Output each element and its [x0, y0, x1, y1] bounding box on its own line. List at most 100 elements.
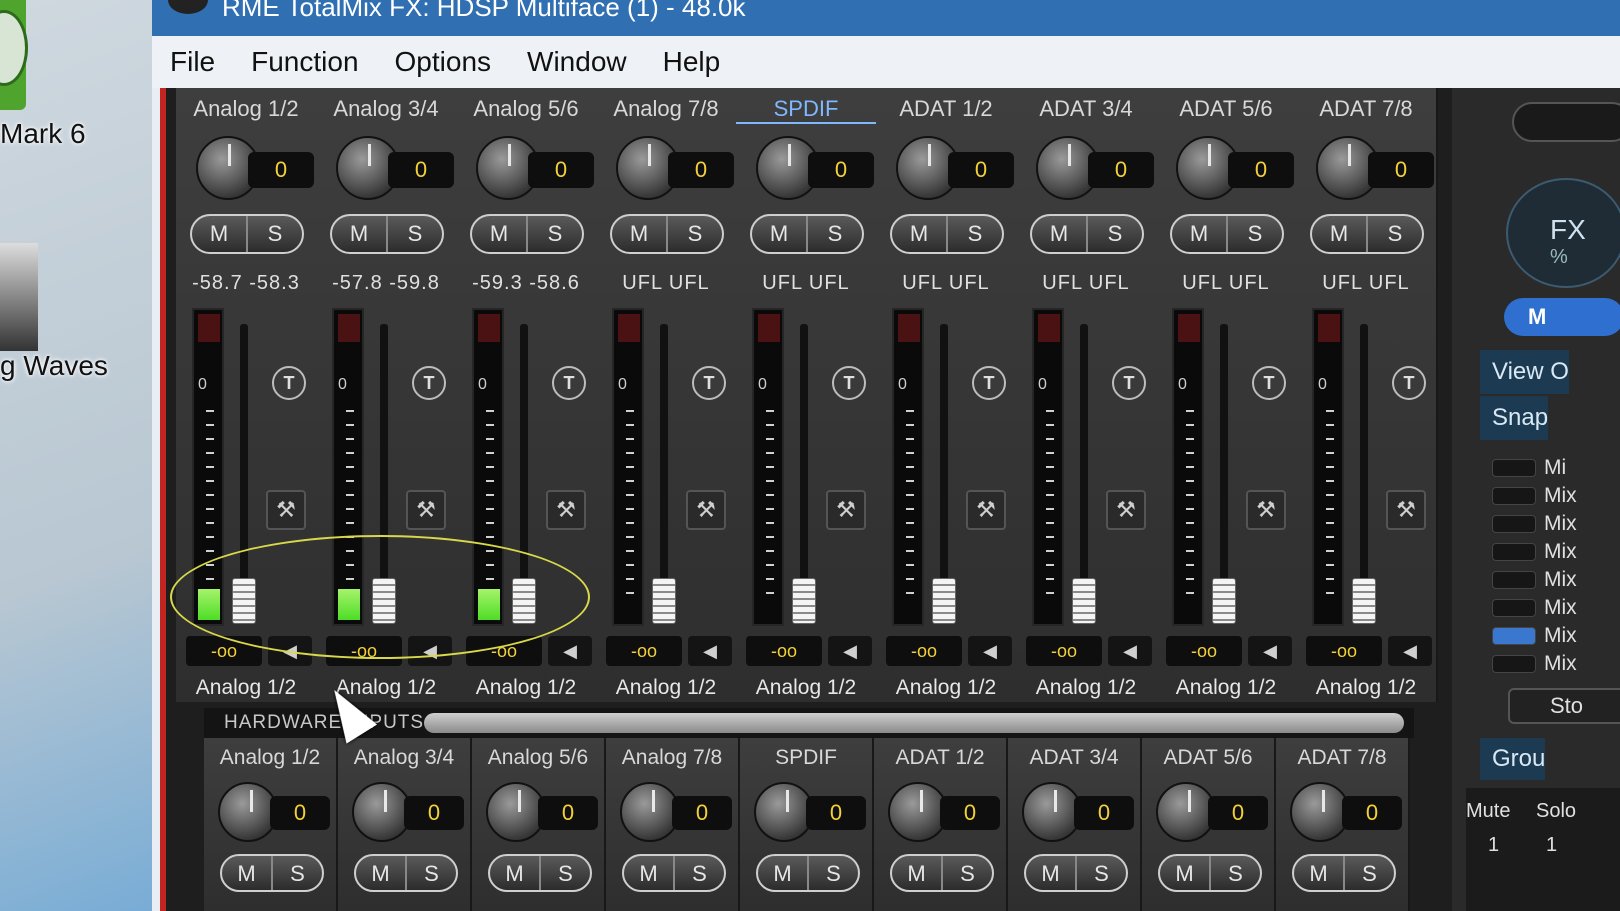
fader-track[interactable]	[1080, 324, 1088, 614]
snapshot-item[interactable]: Mix	[1492, 596, 1620, 618]
desktop-app-icon[interactable]	[0, 0, 28, 110]
fader-track[interactable]	[1220, 324, 1228, 614]
gain-value[interactable]: 0	[1088, 152, 1154, 188]
fader-track[interactable]	[1360, 324, 1368, 614]
groups-solo-1[interactable]: 1	[1546, 834, 1557, 857]
channel-name[interactable]: Analog 1/2	[176, 96, 316, 122]
channel-name[interactable]: ADAT 5/6	[1142, 746, 1274, 770]
gain-knob-icon[interactable]	[218, 782, 278, 842]
gain-knob-icon[interactable]	[620, 782, 680, 842]
fader-track[interactable]	[800, 324, 808, 614]
gain-value[interactable]: 0	[388, 152, 454, 188]
desktop-icon-label-2[interactable]: g Waves	[0, 350, 108, 382]
output-routing-label[interactable]: Analog 1/2	[1296, 676, 1436, 700]
snapshot-item[interactable]: Mi	[1492, 456, 1620, 478]
mute-button[interactable]: M	[624, 856, 673, 890]
routing-arrow-icon[interactable]: ◀	[548, 636, 592, 666]
fader-handle[interactable]	[1212, 578, 1236, 624]
gain-value[interactable]: 0	[528, 152, 594, 188]
output-routing-label[interactable]: Analog 1/2	[596, 676, 736, 700]
gain-knob-icon[interactable]	[352, 782, 412, 842]
trim-button[interactable]: T	[1112, 366, 1146, 400]
gain-value[interactable]: 0	[672, 796, 732, 830]
gain-value[interactable]: 0	[1074, 796, 1134, 830]
mute-button[interactable]: M	[758, 856, 807, 890]
desktop-icon-label-1[interactable]: Mark 6	[0, 118, 86, 150]
wrench-settings-icon[interactable]: ⚒	[966, 490, 1006, 530]
gain-value[interactable]: 0	[248, 152, 314, 188]
mute-button[interactable]: M	[892, 856, 941, 890]
channel-name[interactable]: Analog 5/6	[456, 96, 596, 122]
fader-track[interactable]	[940, 324, 948, 614]
wrench-settings-icon[interactable]: ⚒	[686, 490, 726, 530]
routing-arrow-icon[interactable]: ◀	[828, 636, 872, 666]
channel-name[interactable]: SPDIF	[740, 746, 872, 770]
fader-value[interactable]: -oo	[1166, 636, 1242, 666]
solo-button[interactable]: S	[806, 216, 862, 252]
groups-header[interactable]: Grou	[1480, 738, 1546, 780]
gain-value[interactable]: 0	[940, 796, 1000, 830]
fx-knob[interactable]: FX %	[1506, 178, 1620, 288]
output-routing-label[interactable]: Analog 1/2	[876, 676, 1016, 700]
mute-button[interactable]: M	[1160, 856, 1209, 890]
gain-value[interactable]: 0	[1208, 796, 1268, 830]
gain-knob-icon[interactable]	[754, 782, 814, 842]
trim-button[interactable]: T	[1252, 366, 1286, 400]
desktop-photo-icon[interactable]	[0, 243, 38, 351]
menu-help[interactable]: Help	[663, 46, 721, 78]
solo-button[interactable]: S	[1086, 216, 1142, 252]
wrench-settings-icon[interactable]: ⚒	[1246, 490, 1286, 530]
trim-button[interactable]: T	[272, 366, 306, 400]
mute-button[interactable]: M	[192, 216, 246, 252]
mute-button[interactable]: M	[332, 216, 386, 252]
channel-name[interactable]: SPDIF	[736, 96, 876, 124]
snapshots-header[interactable]: Snap	[1480, 396, 1549, 440]
channel-name[interactable]: Analog 3/4	[338, 746, 470, 770]
fader-value[interactable]: -oo	[886, 636, 962, 666]
output-routing-label[interactable]: Analog 1/2	[176, 676, 316, 700]
menu-options[interactable]: Options	[395, 46, 492, 78]
snapshot-item[interactable]: Mix	[1492, 568, 1620, 590]
trim-button[interactable]: T	[972, 366, 1006, 400]
gain-knob-icon[interactable]	[1022, 782, 1082, 842]
store-button[interactable]: Sto	[1508, 688, 1620, 724]
horizontal-scrollbar[interactable]	[424, 713, 1404, 733]
gain-value[interactable]: 0	[808, 152, 874, 188]
solo-button[interactable]: S	[666, 216, 722, 252]
gain-value[interactable]: 0	[404, 796, 464, 830]
view-options-button[interactable]: View O	[1480, 350, 1569, 394]
menu-function[interactable]: Function	[251, 46, 358, 78]
wrench-settings-icon[interactable]: ⚒	[1106, 490, 1146, 530]
mute-button[interactable]: M	[356, 856, 405, 890]
fader-handle[interactable]	[792, 578, 816, 624]
channel-name[interactable]: ADAT 3/4	[1008, 746, 1140, 770]
snapshot-item[interactable]: Mix	[1492, 624, 1620, 646]
fader-value[interactable]: -oo	[606, 636, 682, 666]
output-routing-label[interactable]: Analog 1/2	[456, 676, 596, 700]
channel-name[interactable]: ADAT 1/2	[876, 96, 1016, 122]
fader-track[interactable]	[660, 324, 668, 614]
top-control-button[interactable]	[1512, 102, 1620, 142]
gain-value[interactable]: 0	[1368, 152, 1434, 188]
channel-name[interactable]: ADAT 7/8	[1296, 96, 1436, 122]
routing-arrow-icon[interactable]: ◀	[1248, 636, 1292, 666]
routing-arrow-icon[interactable]: ◀	[688, 636, 732, 666]
gain-knob-icon[interactable]	[1156, 782, 1216, 842]
channel-name[interactable]: Analog 1/2	[204, 746, 336, 770]
mute-button[interactable]: M	[1032, 216, 1086, 252]
solo-button[interactable]: S	[1343, 856, 1394, 890]
trim-button[interactable]: T	[1392, 366, 1426, 400]
fader-handle[interactable]	[1352, 578, 1376, 624]
routing-arrow-icon[interactable]: ◀	[1388, 636, 1432, 666]
gain-value[interactable]: 0	[538, 796, 598, 830]
solo-button[interactable]: S	[526, 216, 582, 252]
snapshot-item[interactable]: Mix	[1492, 512, 1620, 534]
output-routing-label[interactable]: Analog 1/2	[1016, 676, 1156, 700]
fader-handle[interactable]	[652, 578, 676, 624]
channel-name[interactable]: ADAT 7/8	[1276, 746, 1408, 770]
solo-button[interactable]: S	[1226, 216, 1282, 252]
gain-knob-icon[interactable]	[486, 782, 546, 842]
mute-button[interactable]: M	[612, 216, 666, 252]
menu-window[interactable]: Window	[527, 46, 627, 78]
channel-name[interactable]: Analog 3/4	[316, 96, 456, 122]
